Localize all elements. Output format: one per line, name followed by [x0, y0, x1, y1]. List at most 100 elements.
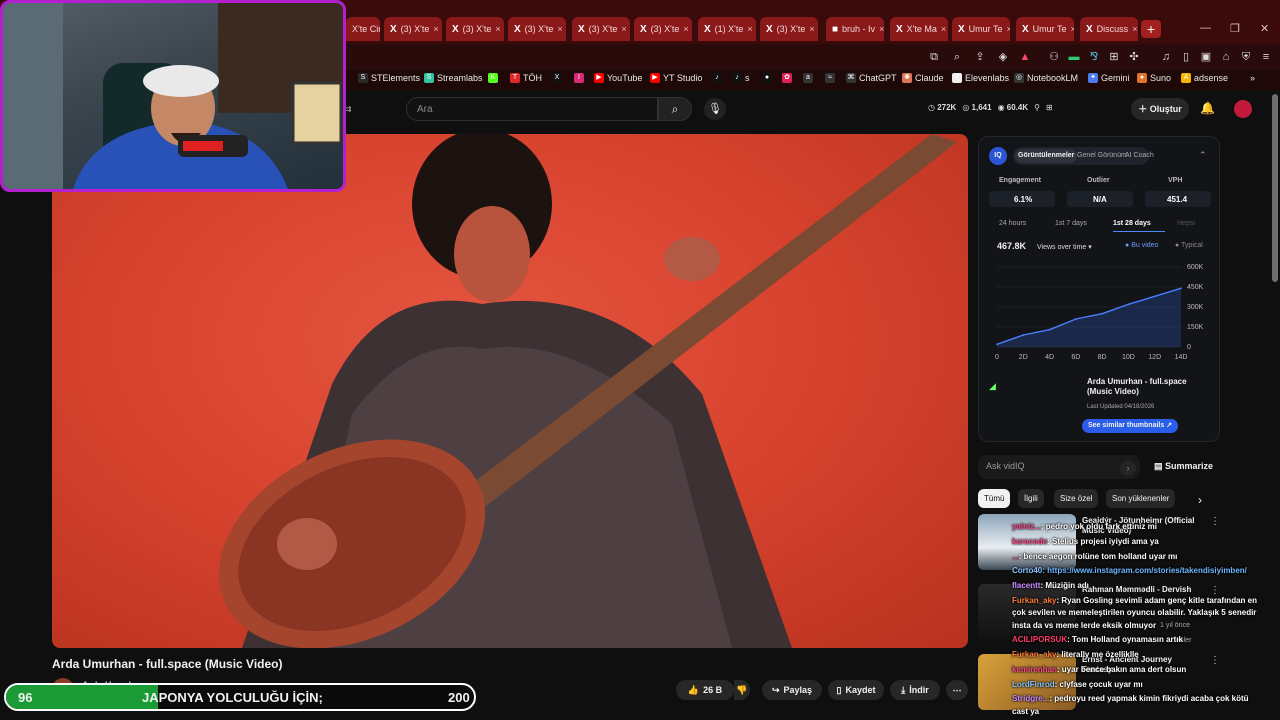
extension-icon[interactable]: ▬ [1066, 49, 1082, 65]
install-app-icon[interactable]: ⧉ [926, 49, 942, 65]
bookmark-item[interactable]: ♪ s [732, 73, 750, 83]
range-24h[interactable]: 24 hours [999, 220, 1026, 227]
bookmark-item[interactable]: S STElements [358, 73, 420, 83]
notifications-bell-icon[interactable]: 🔔 [1200, 101, 1215, 115]
bookmark-item[interactable]: S Streamlabs [424, 73, 483, 83]
browser-tab[interactable]: X X'te Ma × [890, 17, 948, 41]
scrollbar[interactable] [1272, 94, 1278, 282]
chat-username[interactable]: kemirenhan [1012, 665, 1057, 674]
bookmark-item[interactable]: K [488, 73, 498, 83]
chat-username[interactable]: Furkan_aky [1012, 650, 1056, 659]
chip-related[interactable]: İlgili [1018, 489, 1044, 508]
chat-link[interactable]: : https://www.instagram.com/stories/take… [1042, 566, 1247, 575]
tab-views[interactable]: Görüntülenmeler [1015, 149, 1078, 163]
bookmark-item[interactable]: a [803, 73, 813, 83]
bookmark-item[interactable]: ◎ NotebookLM [1014, 73, 1078, 83]
chip-all[interactable]: Tümü [978, 489, 1011, 508]
brave-rewards-icon[interactable]: ▲ [1017, 49, 1033, 65]
range-7d[interactable]: 1st 7 days [1055, 220, 1087, 227]
browser-tab[interactable]: X Umur Te × [1016, 17, 1074, 41]
summarize-button[interactable]: ▤ Summarize [1154, 461, 1213, 472]
media-control-icon[interactable]: ♫ [1158, 49, 1174, 65]
bookmark-item[interactable]: X [552, 73, 562, 83]
brave-shield-icon[interactable]: ◈ [995, 49, 1011, 65]
extension-icon[interactable]: ⊞ [1106, 49, 1122, 65]
bookmark-item[interactable]: ▶ YouTube [594, 73, 642, 83]
download-button[interactable]: ⤓ İndir [890, 680, 940, 700]
similar-thumbnails-button[interactable]: See similar thumbnails ↗ [1082, 419, 1179, 433]
minimize-icon[interactable]: — [1200, 22, 1211, 34]
more-actions-button[interactable]: ⋯ [946, 680, 968, 700]
voice-search-button[interactable]: 🎙 [704, 98, 726, 120]
browser-tab[interactable]: X (3) X'te × [760, 17, 818, 41]
dislike-button[interactable]: 👎 [734, 680, 750, 700]
chat-username[interactable]: Corto40 [1012, 566, 1042, 575]
bookmark-item[interactable]: Aadsense [1181, 73, 1228, 83]
close-tab-icon[interactable]: × [557, 24, 562, 34]
chips-next-icon[interactable]: › [1198, 493, 1202, 507]
extension-icon[interactable]: ⚇ [1046, 49, 1062, 65]
chat-username[interactable]: ... [1012, 552, 1019, 561]
grid-icon[interactable]: ⊞ [1046, 103, 1053, 112]
range-all[interactable]: Hepsi [1177, 220, 1195, 227]
close-tab-icon[interactable]: × [1071, 24, 1074, 34]
close-tab-icon[interactable]: × [1007, 24, 1010, 34]
close-tab-icon[interactable]: × [809, 24, 814, 34]
browser-tab[interactable]: X Discuss × [1080, 17, 1138, 41]
send-icon[interactable]: › [1120, 460, 1136, 476]
chat-username[interactable]: Furkan_aky [1012, 596, 1056, 605]
bookmark-item[interactable]: ♪ [712, 73, 722, 83]
more-icon[interactable]: ⋮ [1210, 585, 1220, 596]
chat-username[interactable]: flacentt [1012, 581, 1040, 590]
close-tab-icon[interactable]: × [747, 24, 752, 34]
browser-tab[interactable]: X Umur Te × [952, 17, 1010, 41]
close-tab-icon[interactable]: × [941, 24, 946, 34]
chip-for-you[interactable]: Size özel [1054, 489, 1099, 508]
bookmark-item[interactable]: I [574, 73, 584, 83]
create-button[interactable]: ＋ Oluştur [1131, 98, 1189, 120]
views-mode-dropdown[interactable]: Views over time ▾ [1037, 243, 1092, 251]
bookmark-item[interactable]: ⌘ ChatGPT [846, 73, 897, 83]
bookmark-item[interactable]: II Elevenlabs [952, 73, 1009, 83]
bookmark-item[interactable]: ▶ YT Studio [650, 73, 702, 83]
browser-tab[interactable]: X (3) X'te × [508, 17, 566, 41]
bookmark-item[interactable]: ● [762, 73, 772, 83]
recommended-title[interactable]: Rahman Məmmədli - Dervish [1082, 585, 1202, 595]
tab-overview[interactable]: Genel Görünüm [1077, 152, 1127, 159]
share-page-icon[interactable]: ⇪ [972, 49, 988, 65]
search-button[interactable]: ⌕ [658, 97, 692, 121]
bookmark-item[interactable]: T TÖH [510, 73, 542, 83]
bookmark-item[interactable]: ● Suno [1137, 73, 1171, 83]
chat-username[interactable]: karacode [1012, 537, 1047, 546]
close-tab-icon[interactable]: × [1132, 24, 1137, 34]
chip-recent[interactable]: Son yüklenenler [1106, 489, 1176, 508]
vpn-icon[interactable]: ⌂ [1218, 49, 1234, 65]
close-window-icon[interactable]: ✕ [1260, 22, 1269, 35]
browser-tab[interactable]: X (3) X'te × [634, 17, 692, 41]
range-28d[interactable]: 1st 28 days [1113, 220, 1151, 227]
shield-icon[interactable]: ⛨ [1238, 49, 1254, 65]
avatar[interactable] [1234, 100, 1252, 118]
menu-icon[interactable]: ≡ [1258, 49, 1274, 65]
sidebar-icon[interactable]: ▯ [1178, 49, 1194, 65]
chat-username[interactable]: yalniz... [1012, 522, 1041, 531]
chat-username[interactable]: Stridgre... [1012, 694, 1049, 703]
browser-tab[interactable]: X (3) X'te × [384, 17, 442, 41]
achievement-icon[interactable]: ⚲ [1034, 103, 1040, 112]
bookmark-item[interactable]: ✦ Gemini [1088, 73, 1130, 83]
browser-tab[interactable]: X (3) X'te × [446, 17, 504, 41]
chat-username[interactable]: ACILIPORSUK [1012, 635, 1067, 644]
close-tab-icon[interactable]: × [495, 24, 500, 34]
video-player[interactable] [52, 134, 968, 648]
extension-icon[interactable]: ⅋ [1086, 49, 1102, 65]
more-icon[interactable]: ⋮ [1210, 655, 1220, 666]
bookmark-item[interactable]: ✺ Claude [902, 73, 944, 83]
share-button[interactable]: ↪ Paylaş [762, 680, 822, 700]
close-tab-icon[interactable]: × [433, 24, 438, 34]
more-icon[interactable]: ⋮ [1210, 516, 1220, 527]
browser-tab[interactable]: X'te Cin [346, 17, 380, 41]
close-tab-icon[interactable]: × [879, 24, 884, 34]
bookmark-item[interactable]: ≈ [825, 73, 835, 83]
browser-tab[interactable]: X (1) X'te × [698, 17, 756, 41]
wallet-icon[interactable]: ▣ [1198, 49, 1214, 65]
